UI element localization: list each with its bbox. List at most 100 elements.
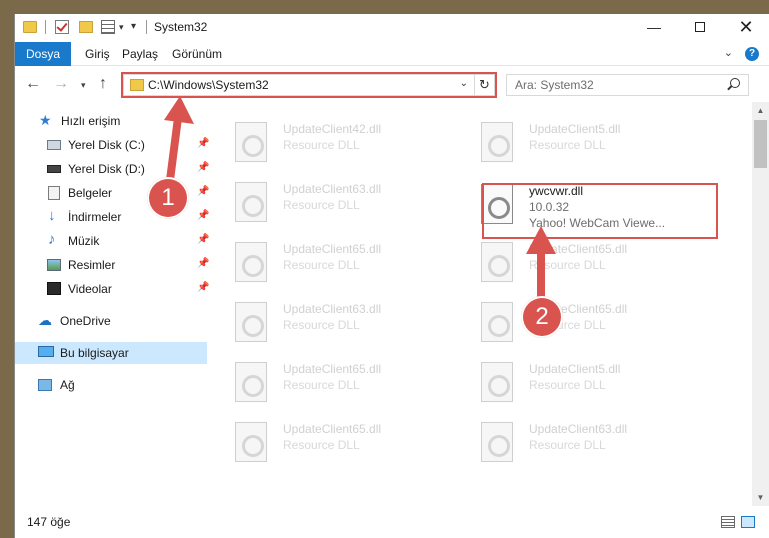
chevron-down-icon[interactable]: ⌄: [460, 78, 468, 89]
minimize-button[interactable]: —: [631, 14, 677, 42]
star-icon: ★: [39, 112, 52, 128]
pin-icon: 📌: [197, 162, 210, 173]
address-path[interactable]: C:\Windows\System32: [148, 78, 269, 92]
nav-item-network[interactable]: Ağ: [15, 374, 207, 396]
recent-locations-button[interactable]: ▾: [81, 80, 86, 91]
scroll-up-icon[interactable]: ▲: [752, 102, 769, 119]
pin-icon: 📌: [197, 234, 210, 245]
pin-icon: 📌: [197, 138, 210, 149]
nav-label: Resimler: [68, 258, 116, 272]
file-type: Resource DLL: [283, 198, 360, 212]
expand-ribbon-icon[interactable]: ⌄: [724, 46, 733, 59]
back-button[interactable]: ←: [25, 75, 41, 93]
dll-file-icon: [481, 422, 513, 462]
tab-view[interactable]: Görünüm: [172, 42, 222, 66]
customize-toolbar-icon[interactable]: ▾: [131, 21, 136, 32]
maximize-icon: [695, 22, 705, 32]
dll-file-icon: [235, 182, 267, 222]
nav-item-pictures[interactable]: Resimler 📌: [15, 254, 210, 276]
tab-file[interactable]: Dosya: [15, 42, 71, 66]
nav-item-local-disk-c[interactable]: Yerel Disk (C:) 📌: [15, 134, 210, 156]
large-icons-view-icon[interactable]: [741, 516, 755, 528]
file-item[interactable]: UpdateClient5.dll Resource DLL: [457, 356, 687, 406]
folder-icon: [23, 21, 37, 33]
drive-icon: [47, 165, 61, 173]
file-item[interactable]: UpdateClient42.dll Resource DLL: [211, 116, 441, 166]
nav-label: Hızlı erişim: [61, 114, 121, 128]
nav-item-quick-access[interactable]: ★ Hızlı erişim: [15, 110, 207, 132]
up-button[interactable]: ↑: [99, 75, 107, 93]
address-bar[interactable]: C:\Windows\System32 ⌄ ↻: [123, 74, 495, 96]
file-name: UpdateClient5.dll: [529, 362, 621, 376]
refresh-button[interactable]: ↻: [474, 75, 494, 95]
network-icon: [38, 379, 52, 391]
file-item[interactable]: UpdateClient65.dll Resource DLL: [457, 296, 687, 346]
file-type: Resource DLL: [283, 138, 360, 152]
properties-icon[interactable]: [101, 20, 115, 34]
nav-item-onedrive[interactable]: ☁ OneDrive: [15, 310, 207, 332]
nav-item-music[interactable]: ♪ Müzik 📌: [15, 230, 210, 252]
file-item[interactable]: UpdateClient65.dll Resource DLL: [211, 356, 441, 406]
dll-file-icon: [481, 122, 513, 162]
search-input[interactable]: [515, 78, 715, 92]
window-title: System32: [154, 20, 208, 34]
videos-icon: [47, 282, 61, 295]
scroll-down-icon[interactable]: ▼: [752, 489, 769, 506]
file-type: Resource DLL: [529, 438, 606, 452]
nav-item-local-disk-d[interactable]: Yerel Disk (D:) 📌: [15, 158, 210, 180]
close-button[interactable]: ✕: [723, 14, 769, 42]
nav-label: OneDrive: [60, 314, 111, 328]
nav-item-this-pc[interactable]: Bu bilgisayar: [15, 342, 207, 364]
music-icon: ♪: [48, 231, 56, 248]
file-type: Resource DLL: [283, 318, 360, 332]
pin-icon: 📌: [197, 282, 210, 293]
file-name: UpdateClient65.dll: [283, 362, 382, 376]
new-folder-icon[interactable]: [79, 21, 93, 33]
status-bar: 147 öğe: [15, 506, 769, 538]
file-name: ywcvwr.dll: [529, 184, 584, 198]
maximize-button[interactable]: [677, 14, 723, 42]
scroll-thumb[interactable]: [754, 120, 767, 168]
tab-home[interactable]: Giriş: [85, 42, 110, 66]
file-item[interactable]: UpdateClient65.dll Resource DLL: [211, 236, 441, 286]
pictures-icon: [47, 259, 61, 271]
help-icon[interactable]: ?: [745, 47, 759, 61]
nav-label: Videolar: [68, 282, 112, 296]
computer-icon: [38, 346, 54, 357]
details-view-icon[interactable]: [721, 516, 735, 528]
file-item[interactable]: UpdateClient65.dll Resource DLL: [211, 416, 441, 466]
tab-share[interactable]: Paylaş: [122, 42, 158, 66]
file-item[interactable]: UpdateClient63.dll Resource DLL: [211, 176, 441, 226]
nav-item-videos[interactable]: Videolar 📌: [15, 278, 210, 300]
file-type: Resource DLL: [529, 258, 606, 272]
pin-icon: 📌: [197, 258, 210, 269]
file-name: UpdateClient42.dll: [283, 122, 382, 136]
file-item[interactable]: UpdateClient63.dll Resource DLL: [211, 296, 441, 346]
file-version: 10.0.32: [529, 200, 570, 214]
file-name: UpdateClient65.dll: [283, 422, 382, 436]
file-name: UpdateClient63.dll: [283, 302, 382, 316]
search-box[interactable]: [506, 74, 749, 96]
dll-file-icon: [481, 362, 513, 402]
chevron-down-icon[interactable]: ▾: [119, 22, 124, 33]
dll-file-icon: [235, 422, 267, 462]
documents-icon: [48, 186, 60, 200]
file-item[interactable]: UpdateClient5.dll Resource DLL: [457, 116, 687, 166]
properties-check-icon[interactable]: [55, 20, 69, 34]
file-item[interactable]: UpdateClient63.dll Resource DLL: [457, 416, 687, 466]
file-name: UpdateClient63.dll: [283, 182, 382, 196]
nav-label: Yerel Disk (C:): [68, 138, 145, 152]
dll-file-icon: [235, 362, 267, 402]
nav-label: İndirmeler: [68, 210, 122, 224]
search-icon[interactable]: [730, 78, 740, 88]
dll-file-icon: [235, 302, 267, 342]
drive-icon: [47, 140, 61, 150]
file-description: Yahoo! WebCam Viewe...: [529, 216, 666, 230]
pin-icon: 📌: [197, 210, 210, 221]
divider: [146, 20, 147, 34]
file-item-ywcvwr[interactable]: ywcvwr.dll 10.0.32 Yahoo! WebCam Viewe..…: [457, 178, 687, 230]
forward-button[interactable]: →: [53, 75, 69, 93]
file-item[interactable]: UpdateClient65.dll Resource DLL: [457, 236, 687, 286]
vertical-scrollbar[interactable]: ▲ ▼: [752, 102, 769, 506]
nav-label: Belgeler: [68, 186, 113, 200]
